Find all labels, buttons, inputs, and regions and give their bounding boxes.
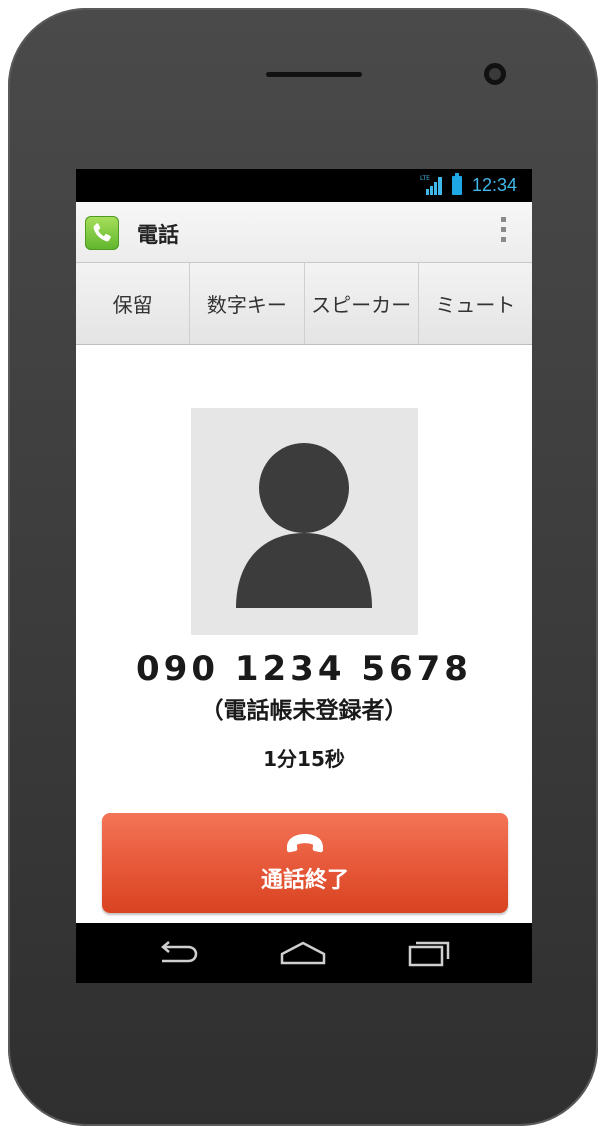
status-clock: 12:34 <box>472 175 518 195</box>
end-call-button[interactable]: 通話終了 <box>102 813 508 913</box>
hold-button[interactable]: 保留 <box>76 263 191 344</box>
action-bar: 電話 <box>76 202 532 263</box>
keypad-button[interactable]: 数字キー <box>190 263 305 344</box>
battery-icon <box>452 173 462 195</box>
hang-up-icon <box>287 834 323 853</box>
call-duration: 1分15秒 <box>263 747 345 771</box>
phone-screen: LTE 12:34 電話 保留 数字キー スピーカー ミュート 090 1234… <box>76 169 532 983</box>
status-bar: LTE 12:34 <box>76 169 532 202</box>
overflow-menu-icon[interactable] <box>496 217 510 249</box>
signal-bars-icon <box>426 177 442 195</box>
contact-avatar <box>191 408 418 635</box>
back-icon[interactable] <box>154 937 204 969</box>
phone-icon[interactable] <box>85 216 119 250</box>
caller-number: 090 1234 5678 <box>136 649 472 689</box>
home-icon[interactable] <box>278 937 328 969</box>
end-call-label: 通話終了 <box>260 868 349 893</box>
person-icon <box>236 443 372 608</box>
recent-apps-icon[interactable] <box>404 937 454 969</box>
app-title: 電話 <box>137 223 179 247</box>
speaker-button[interactable]: スピーカー <box>305 263 419 344</box>
mute-button[interactable]: ミュート <box>419 263 532 344</box>
navigation-bar <box>76 923 532 983</box>
contact-status-note: （電話帳未登録者） <box>200 698 408 724</box>
front-camera <box>484 63 506 85</box>
call-controls-bar: 保留 数字キー スピーカー ミュート <box>76 263 532 345</box>
earpiece-speaker <box>266 72 362 77</box>
